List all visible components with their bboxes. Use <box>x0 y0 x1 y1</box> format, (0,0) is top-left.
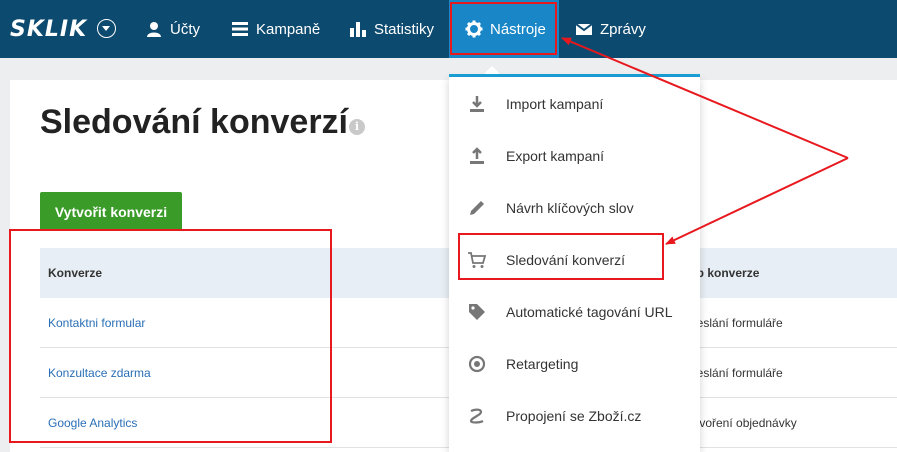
arrow-to-nastroje <box>561 37 849 159</box>
annotation-arrows <box>561 37 849 245</box>
arrow-to-conversions <box>665 157 849 245</box>
